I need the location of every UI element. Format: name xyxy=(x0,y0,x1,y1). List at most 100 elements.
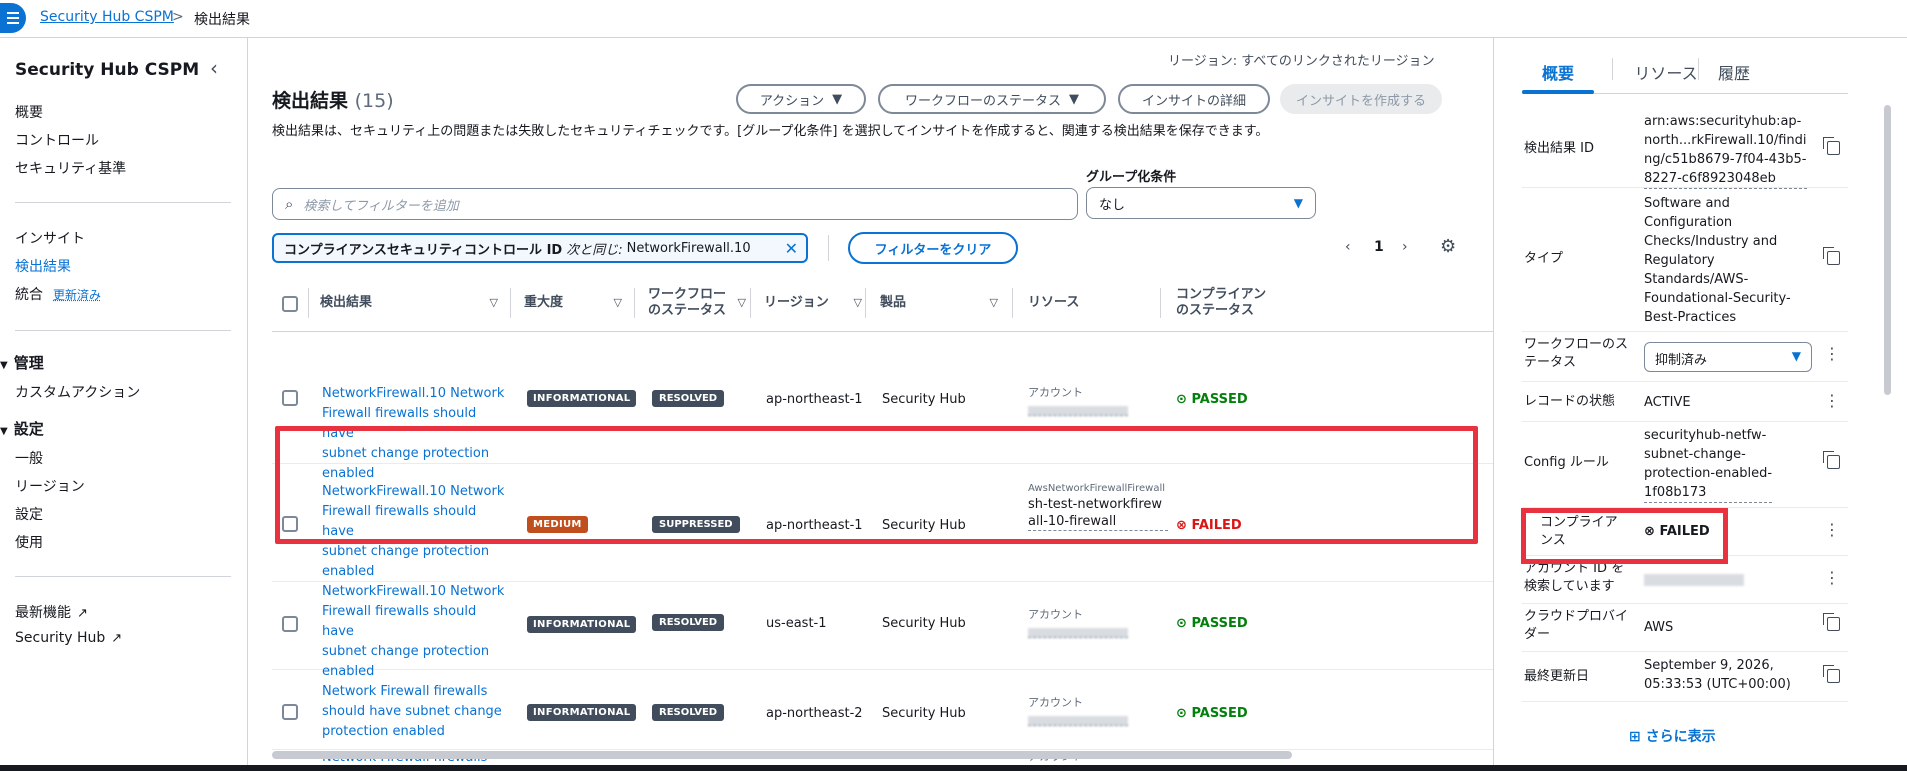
sidebar-item-label: 最新機能 xyxy=(15,605,71,621)
clear-filter-button[interactable]: フィルターをクリア xyxy=(848,232,1018,264)
row-checkbox[interactable] xyxy=(282,390,298,406)
workflow-badge: RESOLVED xyxy=(652,614,725,631)
resource-cell[interactable]: アカウント xyxy=(1028,384,1128,416)
caret-down-icon: ▼ xyxy=(832,91,843,107)
finding-link[interactable]: NetworkFirewall.10 Network Firewall firew… xyxy=(322,582,512,682)
resource-type: アカウント xyxy=(1028,386,1083,399)
divider xyxy=(828,235,829,261)
filter-token[interactable]: コンプライアンスセキュリティコントロール ID 次と同じ: NetworkFirew… xyxy=(272,233,808,263)
field-label: レコードの状態 xyxy=(1524,394,1616,409)
sidebar-item-whats-new[interactable]: 最新機能 ↗ xyxy=(15,602,88,622)
copy-icon[interactable] xyxy=(1823,613,1840,635)
more-options-icon[interactable]: ⋮ xyxy=(1824,391,1840,410)
copy-icon[interactable] xyxy=(1823,247,1840,269)
group-by-select[interactable]: なし ▼ xyxy=(1086,187,1316,219)
resource-cell[interactable]: アカウント xyxy=(1028,606,1128,638)
sort-icon: ▽ xyxy=(989,296,998,309)
sidebar-item-overview[interactable]: 概要 xyxy=(15,102,43,122)
finding-link[interactable]: Network Firewall firewalls should have su… xyxy=(322,682,512,742)
sidebar-item-custom-actions[interactable]: カスタムアクション xyxy=(15,382,140,402)
copy-icon[interactable] xyxy=(1823,137,1840,159)
column-finding[interactable]: 検出結果 ▽ xyxy=(320,282,510,324)
type-value: Software and Configuration Checks/Industry… xyxy=(1644,194,1791,327)
column-compliance[interactable]: コンプライアン のステータス xyxy=(1176,282,1276,324)
filter-value: NetworkFirewall.10 xyxy=(626,240,751,256)
insight-details-button[interactable]: インサイトの詳細 xyxy=(1118,84,1270,114)
sidebar-item-security-hub[interactable]: Security Hub ↗ xyxy=(15,630,122,646)
main-content: リージョン: すべてのリンクされたリージョン 検出結果 (15) アクション ▼ … xyxy=(248,38,1493,765)
config-rule-value[interactable]: securityhub-netfw-subnet-change-protecti… xyxy=(1644,426,1773,503)
external-link-icon: ↗ xyxy=(77,606,88,621)
button-label: ワークフローのステータス xyxy=(904,93,1061,109)
horizontal-scrollbar[interactable] xyxy=(272,751,1292,759)
updated-badge[interactable]: 更新済み xyxy=(53,288,101,302)
value-line: Checks/Industry and xyxy=(1644,234,1778,249)
sidebar-item-config[interactable]: 設定 xyxy=(15,504,43,524)
resource-cell[interactable]: アカウント xyxy=(1028,694,1128,726)
menu-icon[interactable] xyxy=(0,3,26,33)
sidebar-item-controls[interactable]: コントロール xyxy=(15,130,99,150)
copy-icon[interactable] xyxy=(1823,451,1840,473)
vertical-scrollbar[interactable] xyxy=(1884,105,1891,395)
column-label: 検出結果 xyxy=(320,295,373,310)
status-text: PASSED xyxy=(1191,706,1248,721)
row-checkbox[interactable] xyxy=(282,704,298,720)
sidebar-item-usage[interactable]: 使用 xyxy=(15,532,43,552)
column-label: 重大度 xyxy=(524,295,564,310)
field-label: タイプ xyxy=(1524,251,1564,266)
tab-history[interactable]: 履歴 xyxy=(1718,60,1750,84)
caret-down-icon: ▼ xyxy=(1293,196,1303,210)
sidebar-item-integrations[interactable]: 統合 更新済み xyxy=(15,284,101,304)
resource-id-redacted xyxy=(1028,406,1128,416)
prev-page-icon[interactable]: ‹ xyxy=(1345,239,1351,255)
sidebar-item-general[interactable]: 一般 xyxy=(15,448,43,468)
table-header: 検出結果 ▽ 重大度 ▽ ワークフロー のステータス ▽ リージョン ▽ 製品 ▽ リソース… xyxy=(272,274,1493,332)
column-region[interactable]: リージョン ▽ xyxy=(764,282,864,324)
breadcrumb-root[interactable]: Security Hub CSPM xyxy=(40,9,174,25)
table-row[interactable]: Network Firewall firewalls should have su… xyxy=(272,670,1493,750)
tab-overview[interactable]: 概要 xyxy=(1542,60,1574,84)
region-cell: us-east-1 xyxy=(766,616,827,631)
label-line: テータス xyxy=(1524,355,1577,370)
column-workflow[interactable]: ワークフロー のステータス ▽ xyxy=(648,282,748,324)
page-number[interactable]: 1 xyxy=(1374,239,1384,255)
gear-icon[interactable]: ⚙ xyxy=(1440,236,1456,257)
show-more-link[interactable]: ⊞ さらに表示 xyxy=(1629,726,1716,746)
table-row[interactable]: NetworkFirewall.10 Network Firewall firew… xyxy=(272,582,1493,679)
workflow-status-select[interactable]: 抑制済み ▼ xyxy=(1644,342,1812,372)
sidebar-item-standards[interactable]: セキュリティ基準 xyxy=(15,158,126,178)
product-cell: Security Hub xyxy=(882,392,966,407)
link-label: さらに表示 xyxy=(1645,729,1716,745)
tab-resources[interactable]: リソース xyxy=(1616,60,1716,84)
sidebar-section-settings[interactable]: ▼ 設定 xyxy=(0,418,44,439)
divider xyxy=(634,288,635,318)
create-insight-button[interactable]: インサイトを作成する xyxy=(1280,84,1442,114)
sidebar-section-management[interactable]: ▼ 管理 xyxy=(0,352,44,373)
last-updated-value: September 9, 2026, 05:33:53 (UTC+00:00) xyxy=(1644,656,1791,694)
workflow-status-button[interactable]: ワークフローのステータス ▼ xyxy=(878,84,1106,114)
select-all-checkbox[interactable] xyxy=(282,296,298,312)
column-product[interactable]: 製品 ▽ xyxy=(880,282,1010,324)
more-options-icon[interactable]: ⋮ xyxy=(1824,568,1840,587)
copy-icon[interactable] xyxy=(1823,665,1840,687)
finding-id-value[interactable]: arn:aws:securityhub:ap-north...rkFirewal… xyxy=(1644,112,1807,189)
column-resource[interactable]: リソース xyxy=(1028,282,1158,324)
cloud-provider-value: AWS xyxy=(1644,620,1674,635)
sidebar-item-regions[interactable]: リージョン xyxy=(15,476,85,496)
status-badge: ⊙ PASSED xyxy=(1176,392,1248,407)
more-options-icon[interactable]: ⋮ xyxy=(1824,344,1840,363)
search-input[interactable]: ⌕ 検索してフィルターを追加 xyxy=(272,188,1078,220)
sidebar-item-insights[interactable]: インサイト xyxy=(15,228,85,248)
row-checkbox[interactable] xyxy=(282,616,298,632)
action-button[interactable]: アクション ▼ xyxy=(736,84,866,114)
finding-title-line: NetworkFirewall.10 Network xyxy=(322,584,505,599)
sidebar-item-findings[interactable]: 検出結果 xyxy=(15,256,71,276)
next-page-icon[interactable]: › xyxy=(1402,239,1408,255)
chevron-left-icon[interactable]: ‹ xyxy=(210,56,218,80)
close-icon[interactable]: ✕ xyxy=(785,239,798,258)
column-severity[interactable]: 重大度 ▽ xyxy=(524,282,634,324)
divider xyxy=(15,330,231,331)
divider xyxy=(1012,288,1013,318)
more-options-icon[interactable]: ⋮ xyxy=(1824,520,1840,539)
divider xyxy=(1698,58,1699,80)
